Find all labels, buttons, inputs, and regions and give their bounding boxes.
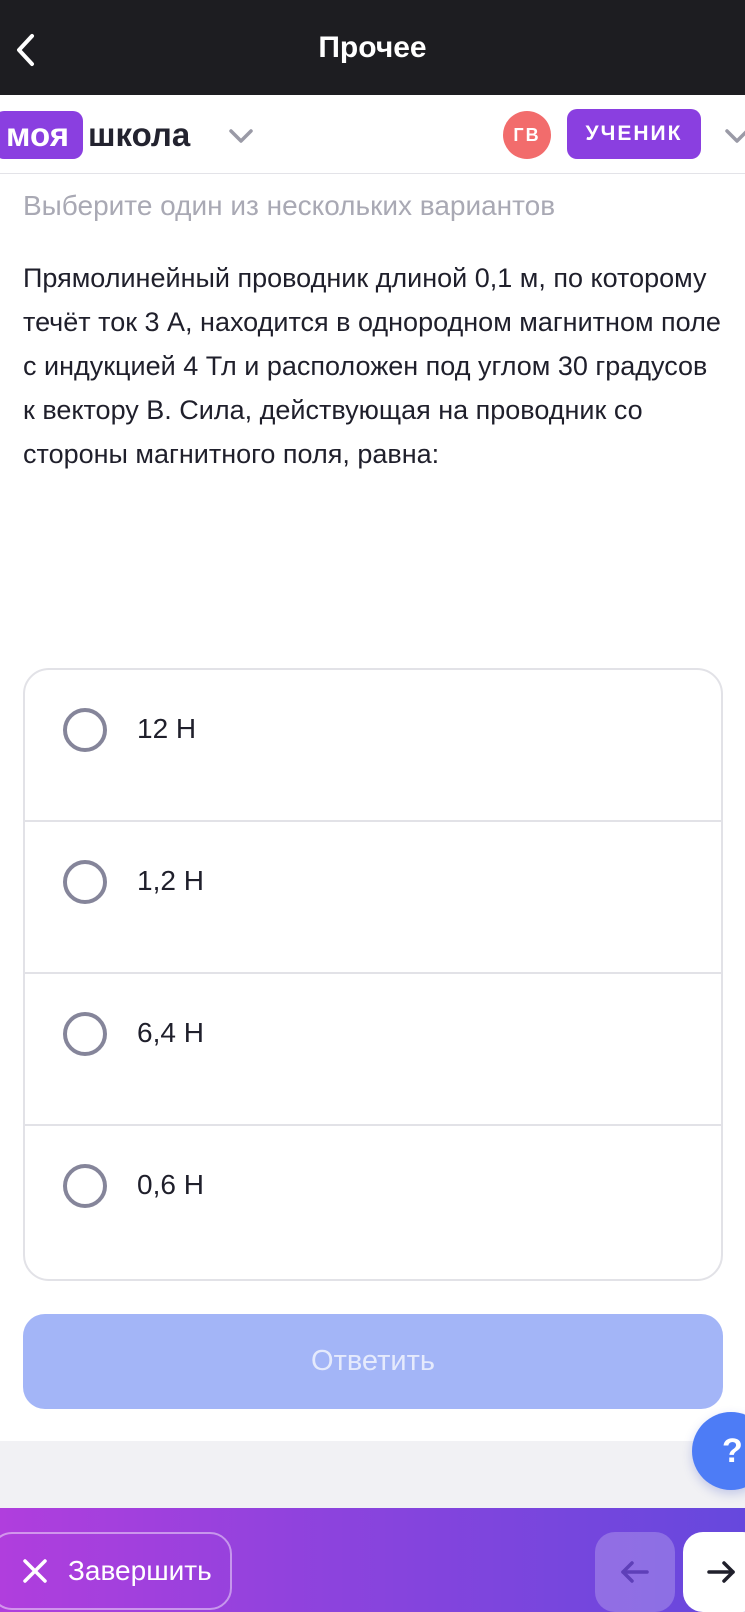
answer-option[interactable]: 0,6 Н — [25, 1126, 721, 1278]
answer-option[interactable]: 6,4 Н — [25, 974, 721, 1126]
radio-button[interactable] — [63, 1012, 107, 1056]
close-icon — [23, 1559, 47, 1583]
answer-option-label: 1,2 Н — [137, 865, 204, 896]
chevron-down-icon[interactable] — [722, 121, 745, 151]
arrow-right-icon — [707, 1561, 735, 1583]
chevron-down-icon[interactable] — [226, 121, 256, 151]
avatar[interactable]: ГВ — [503, 111, 551, 159]
brand-logo-text: школа — [88, 116, 191, 153]
role-badge[interactable]: УЧЕНИК — [567, 109, 701, 159]
bottom-bar: Завершить — [0, 1508, 745, 1612]
top-bar: Прочее — [0, 0, 745, 95]
school-bar: моя школа ГВ УЧЕНИК — [0, 95, 745, 174]
answer-option-label: 6,4 Н — [137, 1017, 204, 1048]
answer-option-label: 0,6 Н — [137, 1169, 204, 1200]
radio-button[interactable] — [63, 860, 107, 904]
arrow-left-icon — [621, 1561, 649, 1583]
answer-option-label: 12 Н — [137, 713, 197, 744]
page-title: Прочее — [318, 31, 427, 64]
brand-logo-highlight: моя — [0, 111, 83, 159]
next-button[interactable] — [683, 1532, 745, 1612]
content-footer-band — [0, 1441, 745, 1508]
radio-button[interactable] — [63, 708, 107, 752]
answer-button[interactable]: Ответить — [23, 1314, 723, 1409]
answer-option[interactable]: 1,2 Н — [25, 822, 721, 974]
answer-option[interactable]: 12 Н — [25, 670, 721, 822]
question-text: Прямолинейный проводник длиной 0,1 м, по… — [23, 263, 721, 469]
finish-button[interactable]: Завершить — [0, 1532, 232, 1610]
previous-button[interactable] — [595, 1532, 675, 1612]
task-hint: Выберите один из нескольких вариантов — [23, 190, 556, 221]
finish-button-label: Завершить — [68, 1555, 212, 1586]
answer-options: 12 Н 1,2 Н 6,4 Н 0,6 Н — [23, 668, 723, 1281]
radio-button[interactable] — [63, 1164, 107, 1208]
